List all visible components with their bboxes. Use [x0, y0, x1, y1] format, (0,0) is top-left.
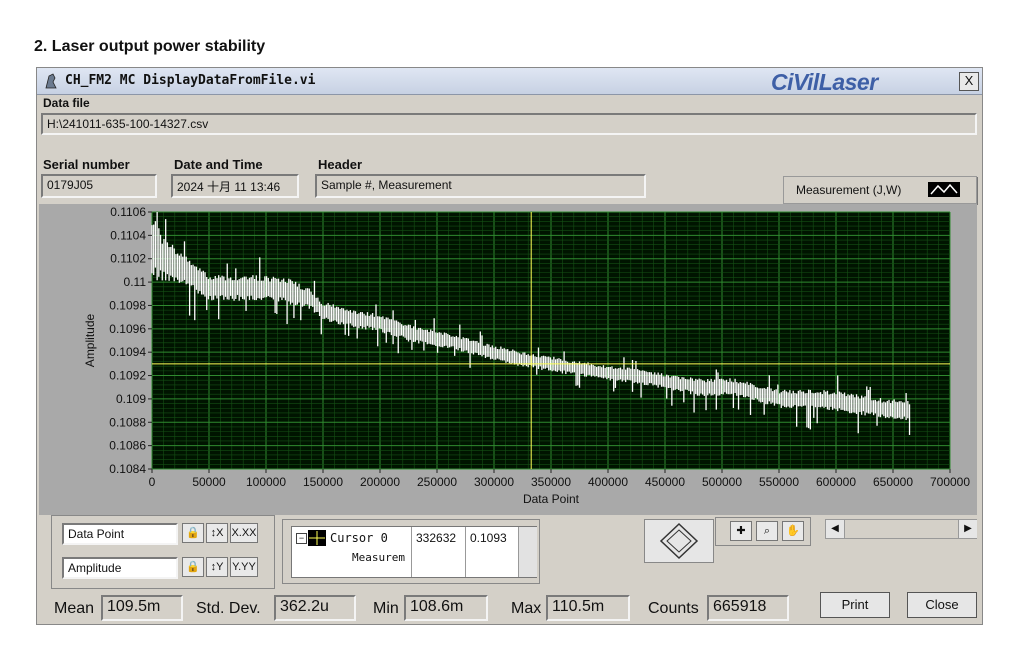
y-axis-label: Amplitude [83, 314, 97, 368]
counts-label: Counts [648, 600, 699, 617]
y-tick-label: 0.1104 [110, 228, 146, 242]
y-tick-label: 0.1096 [109, 322, 146, 336]
y-autoscale-button[interactable]: ↕Y [206, 557, 228, 577]
max-value[interactable]: 110.5m [546, 595, 630, 621]
app-icon [45, 73, 57, 89]
plot-legend[interactable]: Measurement (J,W) [783, 176, 977, 204]
cursor-name[interactable]: Cursor 0 [330, 531, 388, 545]
x-tick-label: 450000 [645, 475, 685, 489]
scroll-left-icon[interactable]: ◀ [826, 520, 845, 538]
x-tick-label: 0 [149, 475, 156, 489]
window-close-button[interactable]: X [959, 72, 979, 91]
std-dev-value[interactable]: 362.2u [274, 595, 356, 621]
cursor-y-value[interactable]: 0.1093 [470, 531, 507, 545]
legend-label: Measurement (J,W) [796, 183, 902, 197]
max-label: Max [511, 600, 542, 617]
y-tick-label: 0.1086 [109, 439, 146, 453]
std-dev-label: Std. Dev. [196, 600, 261, 617]
close-button[interactable]: Close [907, 592, 977, 618]
crosshair-tool-button[interactable]: ✚ [730, 521, 752, 541]
x-tick-label: 550000 [759, 475, 799, 489]
section-heading: 2. Laser output power stability [34, 38, 266, 55]
x-tick-label: 250000 [417, 475, 457, 489]
graph-palette: ✚ ⌕ ✋ [715, 517, 811, 546]
labview-window: CH_FM2 MC DisplayDataFromFile.vi CiVilLa… [36, 67, 983, 625]
y-tick-label: 0.1084 [109, 462, 146, 476]
header-label: Header [318, 157, 363, 172]
brand-logo: CiVilLaser [771, 69, 878, 95]
scroll-right-icon[interactable]: ▶ [958, 520, 977, 538]
x-tick-label: 350000 [531, 475, 571, 489]
x-tick-label: 500000 [702, 475, 742, 489]
hand-icon[interactable]: ✋ [782, 521, 804, 541]
collapse-icon[interactable]: − [296, 533, 307, 544]
y-tick-label: 0.1092 [109, 369, 146, 383]
y-tick-label: 0.1106 [110, 205, 146, 219]
window-title: CH_FM2 MC DisplayDataFromFile.vi [65, 73, 316, 88]
x-tick-label: 300000 [474, 475, 514, 489]
x-tick-label: 650000 [873, 475, 913, 489]
y-tick-label: 0.1098 [109, 298, 146, 312]
cursor-move-button[interactable] [644, 519, 714, 563]
x-tick-label: 50000 [192, 475, 226, 489]
x-scale-name[interactable]: Data Point [62, 523, 178, 545]
x-tick-label: 200000 [360, 475, 400, 489]
navigation-diamond-icon [659, 522, 699, 560]
date-time-field[interactable]: 2024 十月 11 13:46 [171, 174, 299, 198]
y-format-button[interactable]: Y.YY [230, 557, 258, 577]
date-time-label: Date and Time [174, 157, 263, 172]
line-style-icon [928, 182, 960, 197]
cursor-x-value[interactable]: 332632 [416, 531, 456, 545]
crosshair-icon [308, 530, 326, 546]
y-tick-label: 0.1094 [109, 345, 146, 359]
counts-value[interactable]: 665918 [707, 595, 789, 621]
x-tick-label: 700000 [930, 475, 970, 489]
serial-number-field[interactable]: 0179J05 [41, 174, 157, 198]
x-tick-label: 100000 [246, 475, 286, 489]
zoom-icon[interactable]: ⌕ [756, 521, 778, 541]
x-format-button[interactable]: X.XX [230, 523, 258, 543]
y-tick-label: 0.109 [116, 392, 146, 406]
waveform-chart[interactable]: 0.1084 0.1086 0.1088 0.109 0.1092 0.1094 0.109… [39, 204, 977, 515]
cursor-table: − Cursor 0 Measurem 332632 0.1093 [291, 526, 537, 578]
y-tick-label: 0.1088 [109, 415, 146, 429]
x-tick-label: 150000 [303, 475, 343, 489]
serial-number-label: Serial number [43, 157, 130, 172]
column-divider [465, 527, 466, 577]
mean-value[interactable]: 109.5m [101, 595, 183, 621]
data-file-field[interactable]: H:\241011-635-100-14327.csv [41, 113, 977, 135]
column-divider [411, 527, 412, 577]
header-field[interactable]: Sample #, Measurement [315, 174, 646, 198]
lock-icon[interactable]: 🔒 [182, 523, 204, 543]
scale-legend: Data Point 🔒 ↕X X.XX Amplitude 🔒 ↕Y Y.YY [51, 515, 275, 589]
print-button[interactable]: Print [820, 592, 890, 618]
min-value[interactable]: 108.6m [404, 595, 488, 621]
graph-panel: 0.1084 0.1086 0.1088 0.109 0.1092 0.1094 0.109… [39, 204, 977, 515]
y-scale-name[interactable]: Amplitude [62, 557, 178, 579]
lock-icon[interactable]: 🔒 [182, 557, 204, 577]
x-autoscale-button[interactable]: ↕X [206, 523, 228, 543]
x-tick-label: 400000 [588, 475, 628, 489]
data-file-label: Data file [43, 96, 90, 110]
title-bar: CH_FM2 MC DisplayDataFromFile.vi CiVilLa… [37, 68, 982, 95]
x-axis-label: Data Point [523, 492, 580, 506]
cursor-table-scrollbar[interactable] [518, 527, 537, 577]
cursor-plot-label: Measurem [352, 551, 405, 564]
y-tick-label: 0.11 [124, 275, 147, 289]
mean-label: Mean [54, 600, 95, 617]
min-label: Min [373, 600, 399, 617]
x-tick-label: 600000 [816, 475, 856, 489]
y-tick-label: 0.1102 [110, 252, 146, 266]
cursor-legend: − Cursor 0 Measurem 332632 0.1093 [282, 519, 540, 584]
horizontal-scrollbar[interactable]: ◀ ▶ [825, 519, 977, 539]
